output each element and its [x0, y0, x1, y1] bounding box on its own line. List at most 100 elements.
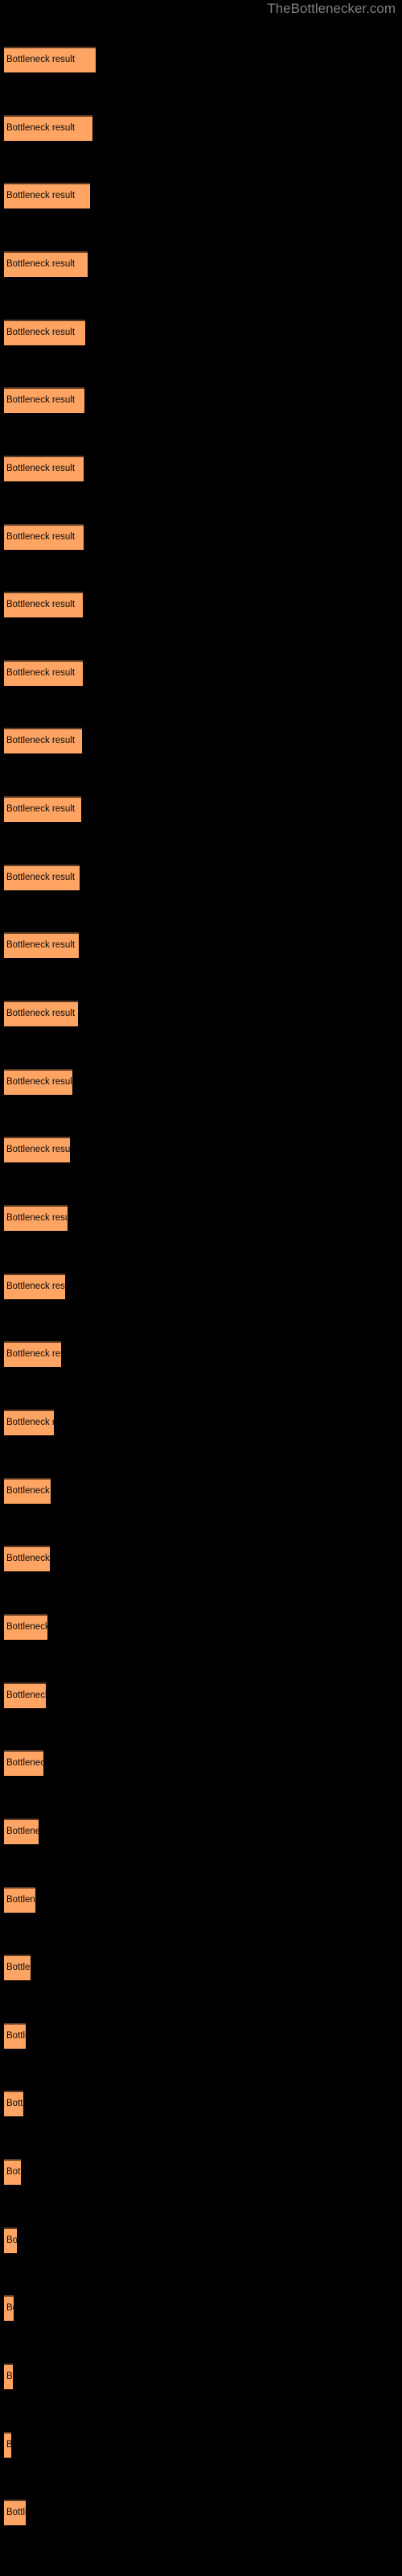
chart-bar-row: Bottleneck result — [4, 2091, 23, 2116]
chart-bar-row: Bottleneck result — [4, 1274, 65, 1299]
chart-bar-label-clip: Bottleneck result — [4, 1955, 31, 1980]
chart-bar-row: Bottleneck result — [4, 1205, 68, 1231]
chart-bar-label-clip: Bottleneck result — [4, 2091, 23, 2116]
chart-bar-label: Bottleneck result — [6, 464, 76, 473]
chart-bar-row: Bottleneck result — [4, 115, 92, 141]
chart-bar-label: Bottleneck result — [6, 2167, 21, 2177]
chart-bar-label: Bottleneck result — [6, 1009, 76, 1018]
chart-bar-label-clip: Bottleneck result — [4, 1069, 72, 1095]
chart-bar-row: Bottleneck result — [4, 1887, 35, 1913]
chart-bar-row: Bottleneck result — [4, 2500, 26, 2525]
chart-bar-label-clip: Bottleneck result — [4, 865, 80, 890]
chart-bar-label-clip: Bottleneck result — [4, 2159, 21, 2185]
chart-bar-row: Bottleneck result — [4, 1818, 39, 1844]
chart-bar-row: Bottleneck result — [4, 1137, 70, 1162]
chart-bar-label: Bottleneck result — [6, 259, 76, 269]
chart-bar-label: Bottleneck result — [6, 1622, 47, 1632]
chart-bar-label-clip: Bottleneck result — [4, 115, 92, 141]
chart-bar-label: Bottleneck result — [6, 2440, 11, 2450]
chart-bar-row: Bottleneck result — [4, 592, 83, 617]
chart-bar-label-clip: Bottleneck result — [4, 47, 96, 72]
chart-bar-row: Bottleneck result — [4, 932, 79, 958]
chart-bar-label-clip: Bottleneck result — [4, 2227, 17, 2253]
chart-bar-label-clip: Bottleneck result — [4, 1546, 50, 1571]
chart-bar-label-clip: Bottleneck result — [4, 1001, 78, 1026]
chart-bar-label: Bottleneck result — [6, 1145, 70, 1154]
chart-bar-label-clip: Bottleneck result — [4, 1887, 35, 1913]
chart-bar-row: Bottleneck result — [4, 2295, 14, 2321]
chart-bar-label: Bottleneck result — [6, 1349, 61, 1359]
chart-bar-label: Bottleneck result — [6, 55, 76, 64]
chart-bar-label-clip: Bottleneck result — [4, 1478, 51, 1504]
chart-bar-row: Bottleneck result — [4, 865, 80, 890]
chart-bar-label-clip: Bottleneck result — [4, 1341, 61, 1367]
chart-bar-label: Bottleneck result — [6, 1827, 39, 1836]
chart-bar-label: Bottleneck result — [6, 1418, 54, 1427]
chart-bar-label-clip: Bottleneck result — [4, 251, 88, 277]
chart-bar-row: Bottleneck result — [4, 2159, 21, 2185]
chart-bar-row: Bottleneck result — [4, 660, 83, 686]
chart-bar-row: Bottleneck result — [4, 524, 84, 550]
chart-bar-label-clip: Bottleneck result — [4, 320, 85, 345]
chart-bar-label: Bottleneck result — [6, 1077, 72, 1087]
chart-bar-label-clip: Bottleneck result — [4, 1274, 65, 1299]
chart-bar-label-clip: Bottleneck result — [4, 1205, 68, 1231]
chart-bar-label-clip: Bottleneck result — [4, 592, 83, 617]
chart-bar-label: Bottleneck result — [6, 123, 76, 133]
chart-bar-row: Bottleneck result — [4, 320, 85, 345]
chart-bar-row: Bottleneck result — [4, 1682, 46, 1708]
chart-bar-row: Bottleneck result — [4, 1750, 43, 1776]
chart-bar-row: Bottleneck result — [4, 2227, 17, 2253]
chart-bar-label: Bottleneck result — [6, 395, 76, 405]
chart-bar-label-clip: Bottleneck result — [4, 524, 84, 550]
chart-bar-row: Bottleneck result — [4, 1069, 72, 1095]
chart-bar-label-clip: Bottleneck result — [4, 183, 90, 208]
chart-bar-row: Bottleneck result — [4, 183, 90, 208]
chart-bar-label-clip: Bottleneck result — [4, 660, 83, 686]
chart-bar-label-clip: Bottleneck result — [4, 796, 81, 822]
chart-bar-row: Bottleneck result — [4, 2432, 11, 2458]
chart-bar-label-clip: Bottleneck result — [4, 1682, 46, 1708]
chart-bar-label-clip: Bottleneck result — [4, 1137, 70, 1162]
chart-bar-label: Bottleneck result — [6, 804, 76, 814]
chart-bar-label: Bottleneck result — [6, 2303, 14, 2313]
chart-bar-label-clip: Bottleneck result — [4, 1818, 39, 1844]
chart-bar-label: Bottleneck result — [6, 873, 76, 882]
chart-bar-label-clip: Bottleneck result — [4, 2023, 26, 2049]
chart-bar-label-clip: Bottleneck result — [4, 387, 84, 413]
chart-bar-label: Bottleneck result — [6, 1554, 50, 1563]
chart-bar-label: Bottleneck result — [6, 328, 76, 337]
chart-bar-row: Bottleneck result — [4, 387, 84, 413]
chart-bar-label: Bottleneck result — [6, 2508, 26, 2517]
chart-bar-row: Bottleneck result — [4, 796, 81, 822]
chart-bar-label: Bottleneck result — [6, 1895, 35, 1905]
chart-bar-label-clip: Bottleneck result — [4, 1410, 54, 1435]
chart-bar-label: Bottleneck result — [6, 532, 76, 542]
chart-bar-row: Bottleneck result — [4, 1001, 78, 1026]
chart-bar-label-clip: Bottleneck result — [4, 2432, 11, 2458]
chart-bar-label: Bottleneck result — [6, 1758, 43, 1768]
chart-bar-row: Bottleneck result — [4, 1955, 31, 1980]
chart-bar-label-clip: Bottleneck result — [4, 1614, 47, 1640]
page-root: TheBottlenecker.com Bottleneck result Bot… — [0, 0, 402, 2576]
chart-bar-label: Bottleneck result — [6, 940, 76, 950]
chart-bar-label: Bottleneck result — [6, 600, 76, 609]
chart-bar-label-clip: Bottleneck result — [4, 2295, 14, 2321]
chart-bar-row: Bottleneck result — [4, 47, 96, 72]
chart-bar-label-clip: Bottleneck result — [4, 2363, 13, 2389]
chart-bar-label: Bottleneck result — [6, 668, 76, 678]
chart-bar-label-clip: Bottleneck result — [4, 728, 82, 753]
chart-bar-label: Bottleneck result — [6, 2099, 23, 2108]
chart-bar-label-clip: Bottleneck result — [4, 932, 79, 958]
chart-bar-label: Bottleneck result — [6, 2372, 13, 2381]
chart-bar-row: Bottleneck result — [4, 456, 84, 481]
chart-bar-label: Bottleneck result — [6, 1963, 31, 1972]
chart-bar-row: Bottleneck result — [4, 728, 82, 753]
chart-bar-label-clip: Bottleneck result — [4, 456, 84, 481]
chart-bar-label: Bottleneck result — [6, 1213, 68, 1223]
chart-bar-row: Bottleneck result — [4, 251, 88, 277]
chart-bar-label: Bottleneck result — [6, 736, 76, 745]
chart-bar-row: Bottleneck result — [4, 1410, 54, 1435]
chart-bar-label-clip: Bottleneck result — [4, 2500, 26, 2525]
chart-bar-row: Bottleneck result — [4, 1546, 50, 1571]
